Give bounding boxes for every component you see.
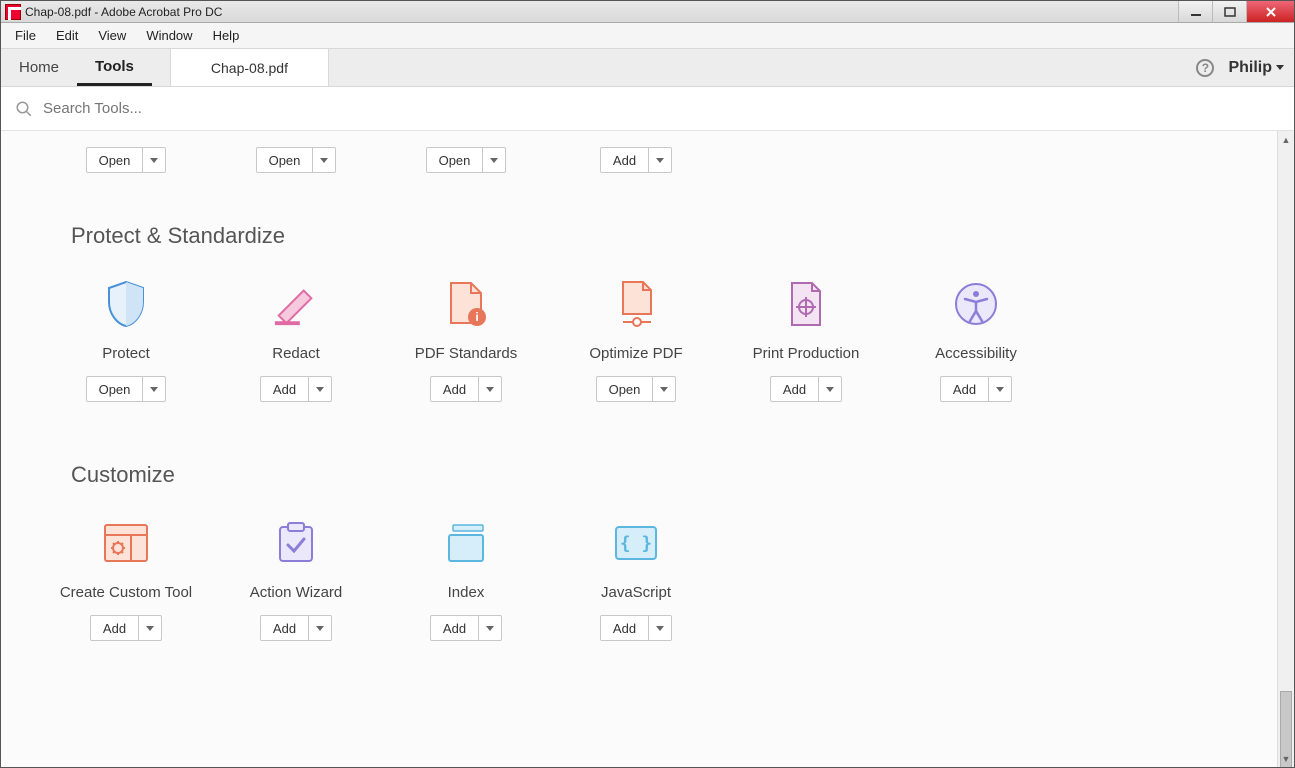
menu-file[interactable]: File: [5, 24, 46, 47]
tool-accessibility[interactable]: Accessibility Add: [891, 259, 1061, 412]
dropdown-toggle[interactable]: [479, 616, 501, 640]
action-wizard-icon: [271, 518, 321, 568]
tool-label: Optimize PDF: [589, 345, 682, 362]
minimize-icon: [1190, 7, 1202, 17]
scrollbar[interactable]: ▲ ▼: [1277, 131, 1294, 767]
tool-action-button[interactable]: Add: [260, 615, 332, 641]
scroll-down-arrow[interactable]: ▼: [1278, 750, 1294, 767]
tool-action-button[interactable]: Open: [256, 147, 337, 173]
optimize-icon: [611, 279, 661, 329]
custom-tool-icon: [101, 518, 151, 568]
tool-label: Create Custom Tool: [60, 584, 192, 601]
menu-view[interactable]: View: [88, 24, 136, 47]
help-icon[interactable]: ?: [1196, 59, 1214, 77]
dropdown-toggle[interactable]: [483, 148, 505, 172]
window-title: Chap-08.pdf - Adobe Acrobat Pro DC: [25, 5, 222, 19]
dropdown-toggle[interactable]: [139, 616, 161, 640]
file-info-icon: i: [441, 279, 491, 329]
tool-protect[interactable]: Protect Open: [41, 259, 211, 412]
dropdown-toggle[interactable]: [479, 377, 501, 401]
tool-label: Protect: [102, 345, 150, 362]
svg-text:i: i: [475, 310, 478, 324]
tab-document[interactable]: Chap-08.pdf: [170, 49, 329, 86]
menu-window[interactable]: Window: [136, 24, 202, 47]
tabs-row: Home Tools Chap-08.pdf ? Philip: [1, 49, 1294, 87]
tool-action-button[interactable]: Add: [600, 615, 672, 641]
tool-action-button[interactable]: Open: [426, 147, 507, 173]
tool-label: JavaScript: [601, 584, 671, 601]
titlebar: Chap-08.pdf - Adobe Acrobat Pro DC: [1, 1, 1294, 23]
dropdown-toggle[interactable]: [653, 377, 675, 401]
scroll-up-arrow[interactable]: ▲: [1278, 131, 1294, 148]
accessibility-icon: [951, 279, 1001, 329]
svg-text:{ }: { }: [620, 533, 653, 554]
tool-create-custom[interactable]: Create Custom Tool Add: [41, 498, 211, 651]
index-icon: [441, 518, 491, 568]
maximize-icon: [1224, 7, 1236, 17]
tool-redact[interactable]: Redact Add: [211, 259, 381, 412]
tab-tools[interactable]: Tools: [77, 49, 152, 86]
minimize-button[interactable]: [1178, 1, 1212, 22]
chevron-down-icon: [1276, 65, 1284, 70]
tab-home[interactable]: Home: [1, 49, 77, 86]
tool-action-button[interactable]: Open: [596, 376, 677, 402]
tool-action-button[interactable]: Add: [90, 615, 162, 641]
section-title-protect: Protect & Standardize: [1, 173, 1277, 259]
tools-content: Open Open Open Add Protect & Standardize…: [1, 131, 1277, 767]
tool-action-button[interactable]: Open: [86, 376, 167, 402]
tool-action-button[interactable]: Open: [86, 147, 167, 173]
maximize-button[interactable]: [1212, 1, 1246, 22]
tool-action-button[interactable]: Add: [430, 615, 502, 641]
search-row: [1, 87, 1294, 131]
user-name: Philip: [1228, 59, 1272, 77]
tool-action-button[interactable]: Add: [940, 376, 1012, 402]
redact-icon: [271, 279, 321, 329]
menu-help[interactable]: Help: [203, 24, 250, 47]
dropdown-toggle[interactable]: [649, 148, 671, 172]
tool-action-button[interactable]: Add: [600, 147, 672, 173]
menubar: File Edit View Window Help: [1, 23, 1294, 49]
tool-action-wizard[interactable]: Action Wizard Add: [211, 498, 381, 651]
print-production-icon: [781, 279, 831, 329]
dropdown-toggle[interactable]: [309, 616, 331, 640]
user-menu[interactable]: Philip: [1228, 59, 1284, 77]
dropdown-toggle[interactable]: [309, 377, 331, 401]
tool-label: Print Production: [753, 345, 860, 362]
tool-label: PDF Standards: [415, 345, 518, 362]
tool-action-button[interactable]: Add: [260, 376, 332, 402]
shield-icon: [101, 279, 151, 329]
dropdown-toggle[interactable]: [649, 616, 671, 640]
close-button[interactable]: [1246, 1, 1294, 22]
dropdown-toggle[interactable]: [989, 377, 1011, 401]
tool-index[interactable]: Index Add: [381, 498, 551, 651]
app-icon: [5, 4, 21, 20]
tool-label: Accessibility: [935, 345, 1017, 362]
dropdown-toggle[interactable]: [819, 377, 841, 401]
dropdown-toggle[interactable]: [143, 148, 165, 172]
tool-pdf-standards[interactable]: i PDF Standards Add: [381, 259, 551, 412]
dropdown-toggle[interactable]: [143, 377, 165, 401]
menu-edit[interactable]: Edit: [46, 24, 88, 47]
tool-label: Index: [448, 584, 485, 601]
tool-label: Action Wizard: [250, 584, 343, 601]
tool-label: Redact: [272, 345, 320, 362]
tool-action-button[interactable]: Add: [770, 376, 842, 402]
tool-optimize-pdf[interactable]: Optimize PDF Open: [551, 259, 721, 412]
tool-javascript[interactable]: { } JavaScript Add: [551, 498, 721, 651]
tool-print-production[interactable]: Print Production Add: [721, 259, 891, 412]
javascript-icon: { }: [611, 518, 661, 568]
close-icon: [1265, 7, 1277, 17]
search-icon: [15, 100, 33, 118]
dropdown-toggle[interactable]: [313, 148, 335, 172]
tool-action-button[interactable]: Add: [430, 376, 502, 402]
section-title-customize: Customize: [1, 412, 1277, 498]
search-input[interactable]: [43, 100, 1280, 117]
